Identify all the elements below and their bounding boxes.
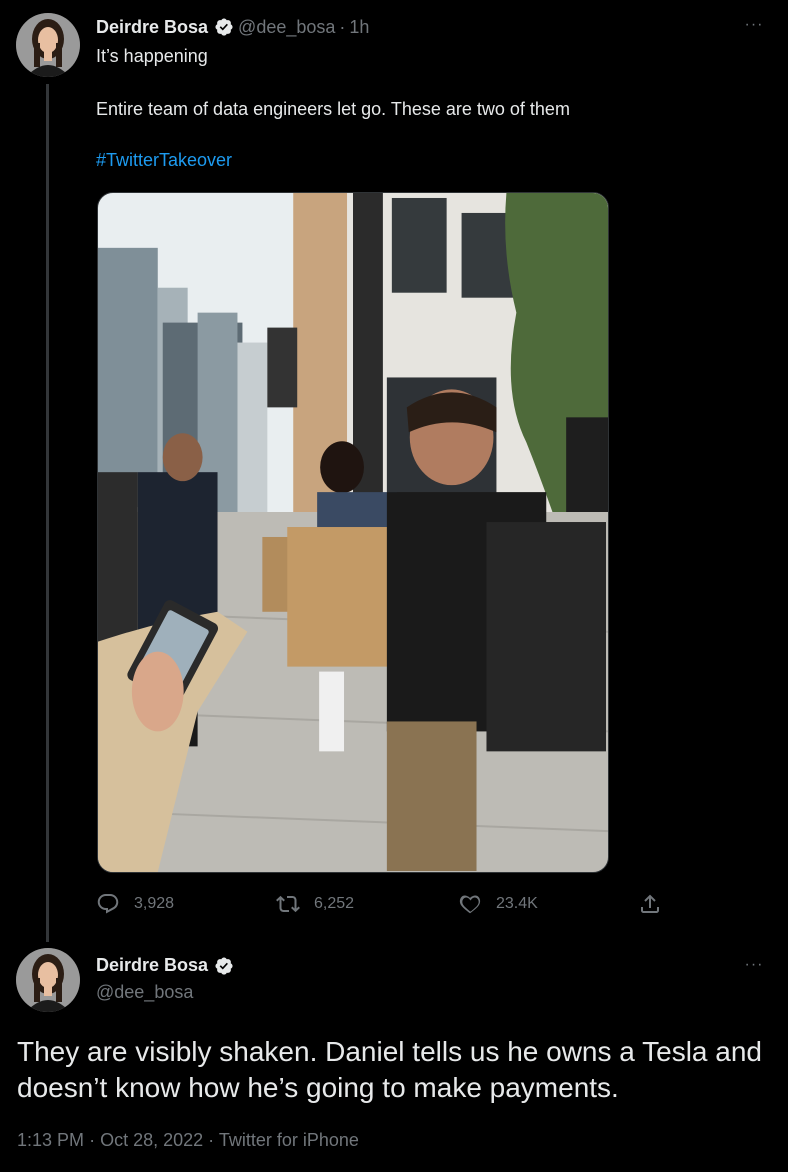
verified-badge-icon (215, 18, 233, 36)
share-icon (641, 894, 659, 913)
avatar-photo (16, 13, 80, 77)
street-photo-illustration (98, 193, 608, 872)
tweet2-author-row: Deirdre Bosa (96, 955, 234, 976)
author-name-2[interactable]: Deirdre Bosa (96, 955, 208, 976)
more-options-button[interactable]: ··· (740, 14, 768, 36)
hashtag-link[interactable]: #TwitterTakeover (96, 150, 232, 171)
more-options-button-2[interactable]: ··· (740, 954, 768, 976)
tweet-thread-page: Deirdre Bosa @dee_bosa · 1h ··· It’s hap… (0, 0, 788, 1172)
retweet-icon (276, 895, 300, 913)
verified-badge-icon (215, 956, 233, 975)
retweet-button[interactable]: 6,252 (276, 890, 354, 918)
author-avatar-2[interactable] (16, 948, 80, 1012)
like-count: 23.4K (496, 895, 538, 912)
avatar-photo-2 (16, 948, 80, 1012)
tweet-action-bar: 3,928 6,252 23.4K (96, 890, 666, 918)
tweet-header: Deirdre Bosa @dee_bosa · 1h (96, 16, 369, 38)
tweet-time[interactable]: 1:13 PM (17, 1130, 84, 1150)
author-handle[interactable]: @dee_bosa (238, 17, 335, 38)
author-name[interactable]: Deirdre Bosa (96, 17, 208, 38)
tweet-text-line-1: It’s happening (96, 46, 208, 66)
tweet-text-line-2: Entire team of data engineers let go. Th… (96, 99, 570, 119)
heart-icon (459, 895, 481, 914)
tweet-time-ago[interactable]: 1h (349, 17, 369, 38)
retweet-count: 6,252 (314, 895, 355, 912)
like-button[interactable]: 23.4K (458, 890, 538, 918)
author-avatar[interactable] (16, 13, 80, 77)
tweet-photo[interactable] (97, 192, 609, 873)
share-button[interactable] (638, 890, 662, 918)
reply-count: 3,928 (134, 895, 175, 912)
author-handle-2[interactable]: @dee_bosa (96, 982, 193, 1003)
tweet-source[interactable]: Twitter for iPhone (219, 1130, 359, 1150)
reply-icon (97, 894, 119, 914)
tweet-metadata: 1:13 PM · Oct 28, 2022 · Twitter for iPh… (17, 1130, 359, 1151)
tweet2-text: They are visibly shaken. Daniel tells us… (17, 1036, 762, 1103)
thread-connector-line (46, 84, 49, 942)
reply-button[interactable]: 3,928 (96, 890, 174, 918)
separator-dot: · (339, 16, 346, 37)
separator-dot: · (89, 1130, 96, 1150)
tweet-date[interactable]: Oct 28, 2022 (100, 1130, 203, 1150)
separator-dot: · (208, 1130, 215, 1150)
